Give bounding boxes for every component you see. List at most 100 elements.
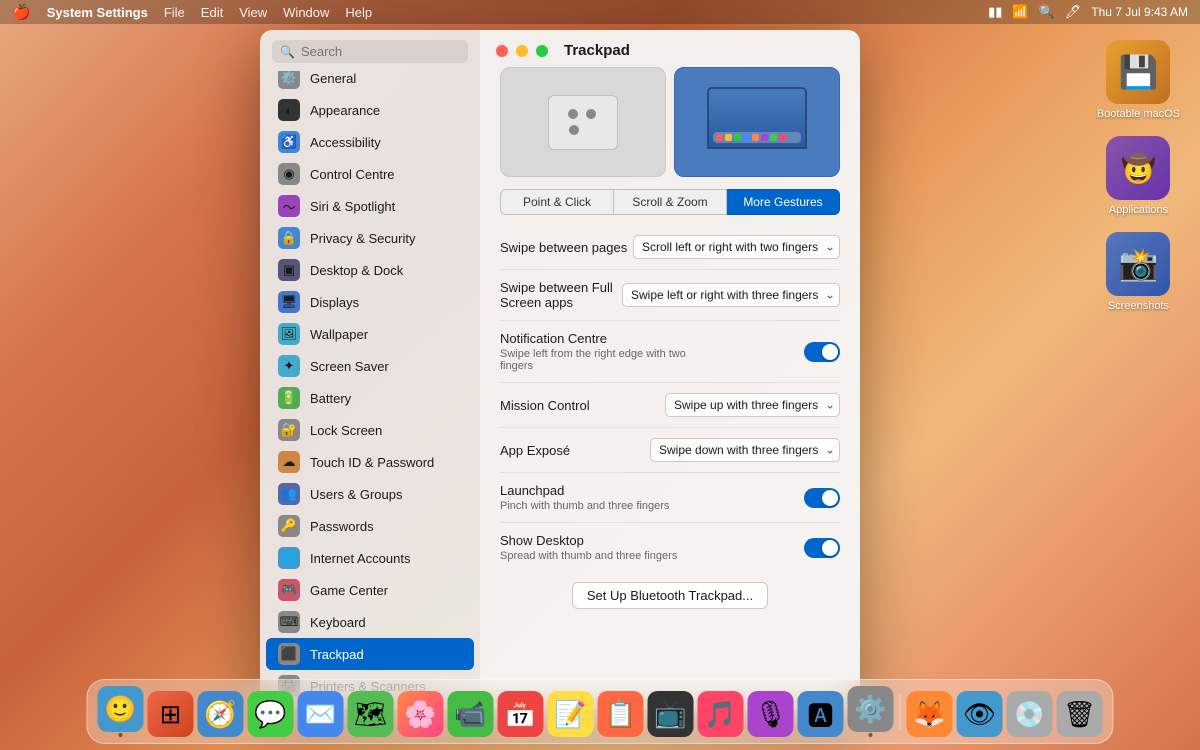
- laptop-screen-content: [709, 89, 805, 147]
- dock-divider: [900, 694, 901, 730]
- dock-item-system-settings[interactable]: ⚙️: [848, 686, 894, 737]
- dock-item-appletv[interactable]: 📺: [648, 691, 694, 737]
- sidebar-item-lock-screen[interactable]: 🔐Lock Screen: [266, 414, 474, 446]
- internet-accounts-icon: 🌐: [278, 547, 300, 569]
- gesture-row-mission-control: Mission Control Swipe up with three finge…: [500, 383, 840, 428]
- bootable-icon: 💾: [1119, 53, 1159, 91]
- apple-menu[interactable]: 🍎: [12, 3, 31, 21]
- trackpad-card-dark: [674, 67, 840, 177]
- toggle-notification-centre[interactable]: [804, 342, 840, 362]
- maximize-button[interactable]: [536, 45, 548, 57]
- desktop-icon-applications[interactable]: 🤠 Applications: [1106, 136, 1170, 216]
- sidebar-item-trackpad[interactable]: ⬛Trackpad: [266, 638, 474, 670]
- dock-item-calendar[interactable]: 📅: [498, 691, 544, 737]
- menubar-view[interactable]: View: [239, 5, 267, 20]
- dock-item-disk-utility[interactable]: 💿: [1007, 691, 1053, 737]
- mail-dock-icon: ✉️: [298, 691, 344, 737]
- battery-icon: 🔋: [278, 387, 300, 409]
- search-box[interactable]: 🔍: [272, 40, 468, 63]
- sidebar-label-passwords: Passwords: [310, 519, 374, 534]
- bluetooth-trackpad-button[interactable]: Set Up Bluetooth Trackpad...: [572, 582, 768, 609]
- sidebar-item-desktop-dock[interactable]: ▣Desktop & Dock: [266, 254, 474, 286]
- dock-item-notes[interactable]: 📝: [548, 691, 594, 737]
- game-center-icon: 🎮: [278, 579, 300, 601]
- screenshots-icon: 📸: [1119, 245, 1159, 283]
- sidebar-item-passwords[interactable]: 🔑Passwords: [266, 510, 474, 542]
- trackpad-device-img: [548, 95, 618, 150]
- dock-item-trash[interactable]: 🗑: [1057, 691, 1103, 737]
- trackpad-preview: [480, 67, 860, 189]
- dock-item-facetime[interactable]: 📹: [448, 691, 494, 737]
- gesture-label-group-mission-control: Mission Control: [500, 398, 590, 413]
- sidebar-search-input[interactable]: [301, 44, 460, 59]
- sidebar-label-privacy-security: Privacy & Security: [310, 231, 415, 246]
- dock-item-preview[interactable]: 👁: [957, 691, 1003, 737]
- sidebar-search-icon: 🔍: [280, 45, 295, 59]
- sidebar-item-general[interactable]: ⚙️General: [266, 71, 474, 94]
- main-content: Trackpad: [480, 30, 860, 710]
- menubar-edit[interactable]: Edit: [201, 5, 223, 20]
- laptop-dock-dot-2: [725, 134, 732, 141]
- sidebar-item-screen-saver[interactable]: ✦Screen Saver: [266, 350, 474, 382]
- siri-icon[interactable]: 🖊: [1065, 4, 1082, 20]
- dock-item-reminders[interactable]: 📋: [598, 691, 644, 737]
- sidebar-item-accessibility[interactable]: ♿Accessibility: [266, 126, 474, 158]
- gesture-sublabel-show-desktop: Spread with thumb and three fingers: [500, 550, 677, 562]
- desktop-icons: 💾 Bootable macOS 🤠 Applications 📸 Screen…: [1097, 40, 1180, 312]
- sidebar-item-users-groups[interactable]: 👥Users & Groups: [266, 478, 474, 510]
- selector-app-expose[interactable]: Swipe down with three fingersSwipe down …: [650, 438, 840, 462]
- sidebar-item-privacy-security[interactable]: 🔒Privacy & Security: [266, 222, 474, 254]
- sidebar-item-appearance[interactable]: ◐Appearance: [266, 94, 474, 126]
- tab-scroll-zoom[interactable]: Scroll & Zoom: [614, 189, 727, 215]
- toggle-show-desktop[interactable]: [804, 538, 840, 558]
- tab-more-gestures[interactable]: More Gestures: [727, 189, 840, 215]
- menubar-file[interactable]: File: [164, 5, 185, 20]
- preview-dock-icon: 👁: [957, 691, 1003, 737]
- sidebar-item-touch-id[interactable]: ☁Touch ID & Password: [266, 446, 474, 478]
- selector-mission-control[interactable]: Swipe up with three fingersSwipe up with…: [665, 393, 840, 417]
- dock-item-firefox[interactable]: 🦊: [907, 691, 953, 737]
- laptop-dock-bar: [713, 132, 801, 143]
- dock-item-photos[interactable]: 🌸: [398, 691, 444, 737]
- dock-item-mail[interactable]: ✉️: [298, 691, 344, 737]
- close-button[interactable]: [496, 45, 508, 57]
- sidebar-label-users-groups: Users & Groups: [310, 487, 402, 502]
- dock-item-music[interactable]: 🎵: [698, 691, 744, 737]
- menubar-app-name[interactable]: System Settings: [47, 5, 148, 20]
- sidebar-item-siri-spotlight[interactable]: 〜Siri & Spotlight: [266, 190, 474, 222]
- selector-swipe-fullscreen[interactable]: Swipe left or right with three fingersSw…: [622, 283, 840, 307]
- sidebar-item-battery[interactable]: 🔋Battery: [266, 382, 474, 414]
- selector-swipe-pages[interactable]: Scroll left or right with two fingersSwi…: [633, 235, 840, 259]
- wifi-icon: 📶: [1012, 4, 1028, 20]
- system-settings-dock-icon: ⚙️: [848, 686, 894, 732]
- finder-dock-icon: 🙂: [98, 686, 144, 732]
- menubar-help[interactable]: Help: [345, 5, 372, 20]
- toggle-launchpad[interactable]: [804, 488, 840, 508]
- wallpaper-icon: 🖼: [278, 323, 300, 345]
- selector-wrapper-mission-control: Swipe up with three fingersSwipe up with…: [665, 393, 840, 417]
- search-menu-icon[interactable]: 🔍: [1039, 4, 1055, 20]
- sidebar-item-control-centre[interactable]: ◉Control Centre: [266, 158, 474, 190]
- sidebar-item-wallpaper[interactable]: 🖼Wallpaper: [266, 318, 474, 350]
- menubar-window[interactable]: Window: [283, 5, 329, 20]
- facetime-dock-icon: 📹: [448, 691, 494, 737]
- siri-spotlight-icon: 〜: [278, 195, 300, 217]
- tab-point-click[interactable]: Point & Click: [500, 189, 614, 215]
- gesture-label-swipe-pages: Swipe between pages: [500, 240, 627, 255]
- sidebar-item-game-center[interactable]: 🎮Game Center: [266, 574, 474, 606]
- desktop-icon-screenshots[interactable]: 📸 Screenshots: [1106, 232, 1170, 312]
- sidebar-item-keyboard[interactable]: ⌨Keyboard: [266, 606, 474, 638]
- dock-item-safari[interactable]: 🧭: [198, 691, 244, 737]
- dock-item-finder[interactable]: 🙂: [98, 686, 144, 737]
- title-bar: Trackpad: [480, 30, 860, 67]
- dock-item-appstore[interactable]: 🅰: [798, 691, 844, 737]
- sidebar-item-internet-accounts[interactable]: 🌐Internet Accounts: [266, 542, 474, 574]
- dock-item-maps[interactable]: 🗺: [348, 691, 394, 737]
- dock-item-launchpad[interactable]: ⊞: [148, 691, 194, 737]
- dock-item-podcasts[interactable]: 🎙: [748, 691, 794, 737]
- dock-item-messages[interactable]: 💬: [248, 691, 294, 737]
- desktop-icon-bootable[interactable]: 💾 Bootable macOS: [1097, 40, 1180, 120]
- gesture-label-launchpad: Launchpad: [500, 483, 669, 498]
- sidebar-item-displays[interactable]: 🖥Displays: [266, 286, 474, 318]
- minimize-button[interactable]: [516, 45, 528, 57]
